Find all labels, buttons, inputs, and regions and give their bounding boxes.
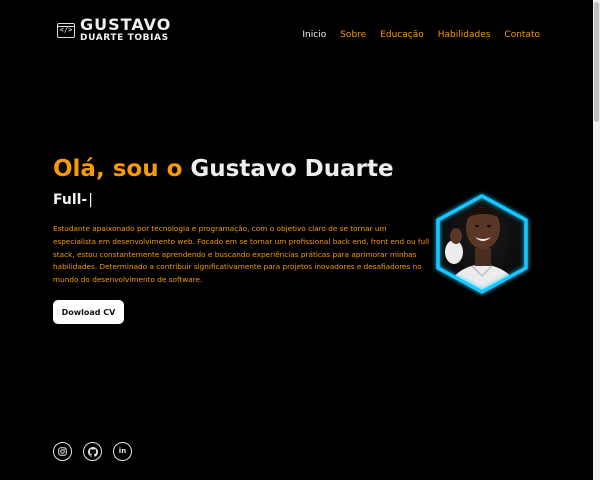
code-window-icon: </> <box>57 22 75 38</box>
hero-name: Gustavo Duarte <box>190 156 394 182</box>
typing-role: Full- <box>53 192 88 208</box>
page: </> GUSTAVO DUARTE TOBIAS Inicio Sobre E… <box>0 0 600 480</box>
instagram-link[interactable] <box>53 442 72 461</box>
linkedin-icon: in <box>118 447 127 455</box>
nav-item-inicio[interactable]: Inicio <box>302 30 326 40</box>
social-links: in <box>53 442 132 461</box>
hero-title: Olá, sou o Gustavo Duarte <box>53 156 394 182</box>
main-nav: Inicio Sobre Educação Habilidades Contat… <box>302 30 540 40</box>
download-cv-button[interactable]: Dowload CV <box>53 300 124 324</box>
page-scrollbar[interactable] <box>593 0 600 480</box>
typing-text: Full-| <box>53 192 93 208</box>
logo-first-name: GUSTAVO <box>80 15 172 34</box>
hero-description: Estudante apaixonado por tecnologia e pr… <box>53 224 430 285</box>
instagram-icon <box>58 447 67 456</box>
github-link[interactable] <box>83 442 102 461</box>
hero-greeting: Olá, sou o <box>53 156 183 182</box>
nav-item-contato[interactable]: Contato <box>504 30 540 40</box>
nav-item-habilidades[interactable]: Habilidades <box>438 30 491 40</box>
typing-caret: | <box>88 192 93 208</box>
logo-text: GUSTAVO DUARTE TOBIAS <box>80 17 171 43</box>
logo[interactable]: </> GUSTAVO DUARTE TOBIAS <box>57 17 171 43</box>
nav-item-sobre[interactable]: Sobre <box>340 30 366 40</box>
linkedin-link[interactable]: in <box>113 442 132 461</box>
github-icon <box>87 446 98 457</box>
profile-hexagon <box>436 194 528 294</box>
logo-last-name: DUARTE TOBIAS <box>80 33 169 43</box>
nav-item-educacao[interactable]: Educação <box>380 30 424 40</box>
scrollbar-thumb[interactable] <box>594 2 599 122</box>
profile-photo <box>432 190 532 298</box>
